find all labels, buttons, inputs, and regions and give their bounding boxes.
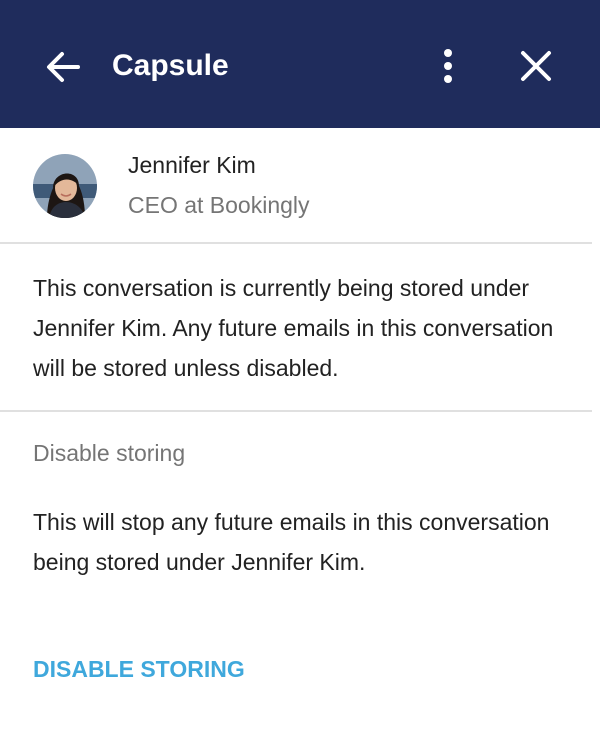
app-title: Capsule (112, 49, 229, 82)
header-bar: Capsule (0, 0, 600, 128)
contact-role: CEO at Bookingly (128, 192, 310, 218)
contact-card[interactable]: Jennifer Kim CEO at Bookingly (0, 128, 592, 244)
back-button[interactable] (44, 48, 82, 86)
capsule-panel: Capsule Jennifer Kim CEO at Bookingly Th… (0, 0, 600, 752)
disable-storing-button[interactable]: DISABLE STORING (33, 652, 245, 686)
disable-storing-title: Disable storing (33, 440, 186, 466)
storage-info: This conversation is currently being sto… (0, 244, 592, 412)
more-options-button[interactable] (434, 46, 462, 86)
storage-info-text: This conversation is currently being sto… (33, 275, 554, 381)
close-icon (521, 51, 551, 81)
disable-storing-description: This will stop any future emails in this… (33, 509, 550, 575)
avatar (33, 154, 97, 218)
more-vertical-icon (444, 49, 452, 83)
contact-name: Jennifer Kim (128, 152, 256, 178)
arrow-left-icon (47, 52, 80, 82)
close-button[interactable] (518, 48, 554, 84)
